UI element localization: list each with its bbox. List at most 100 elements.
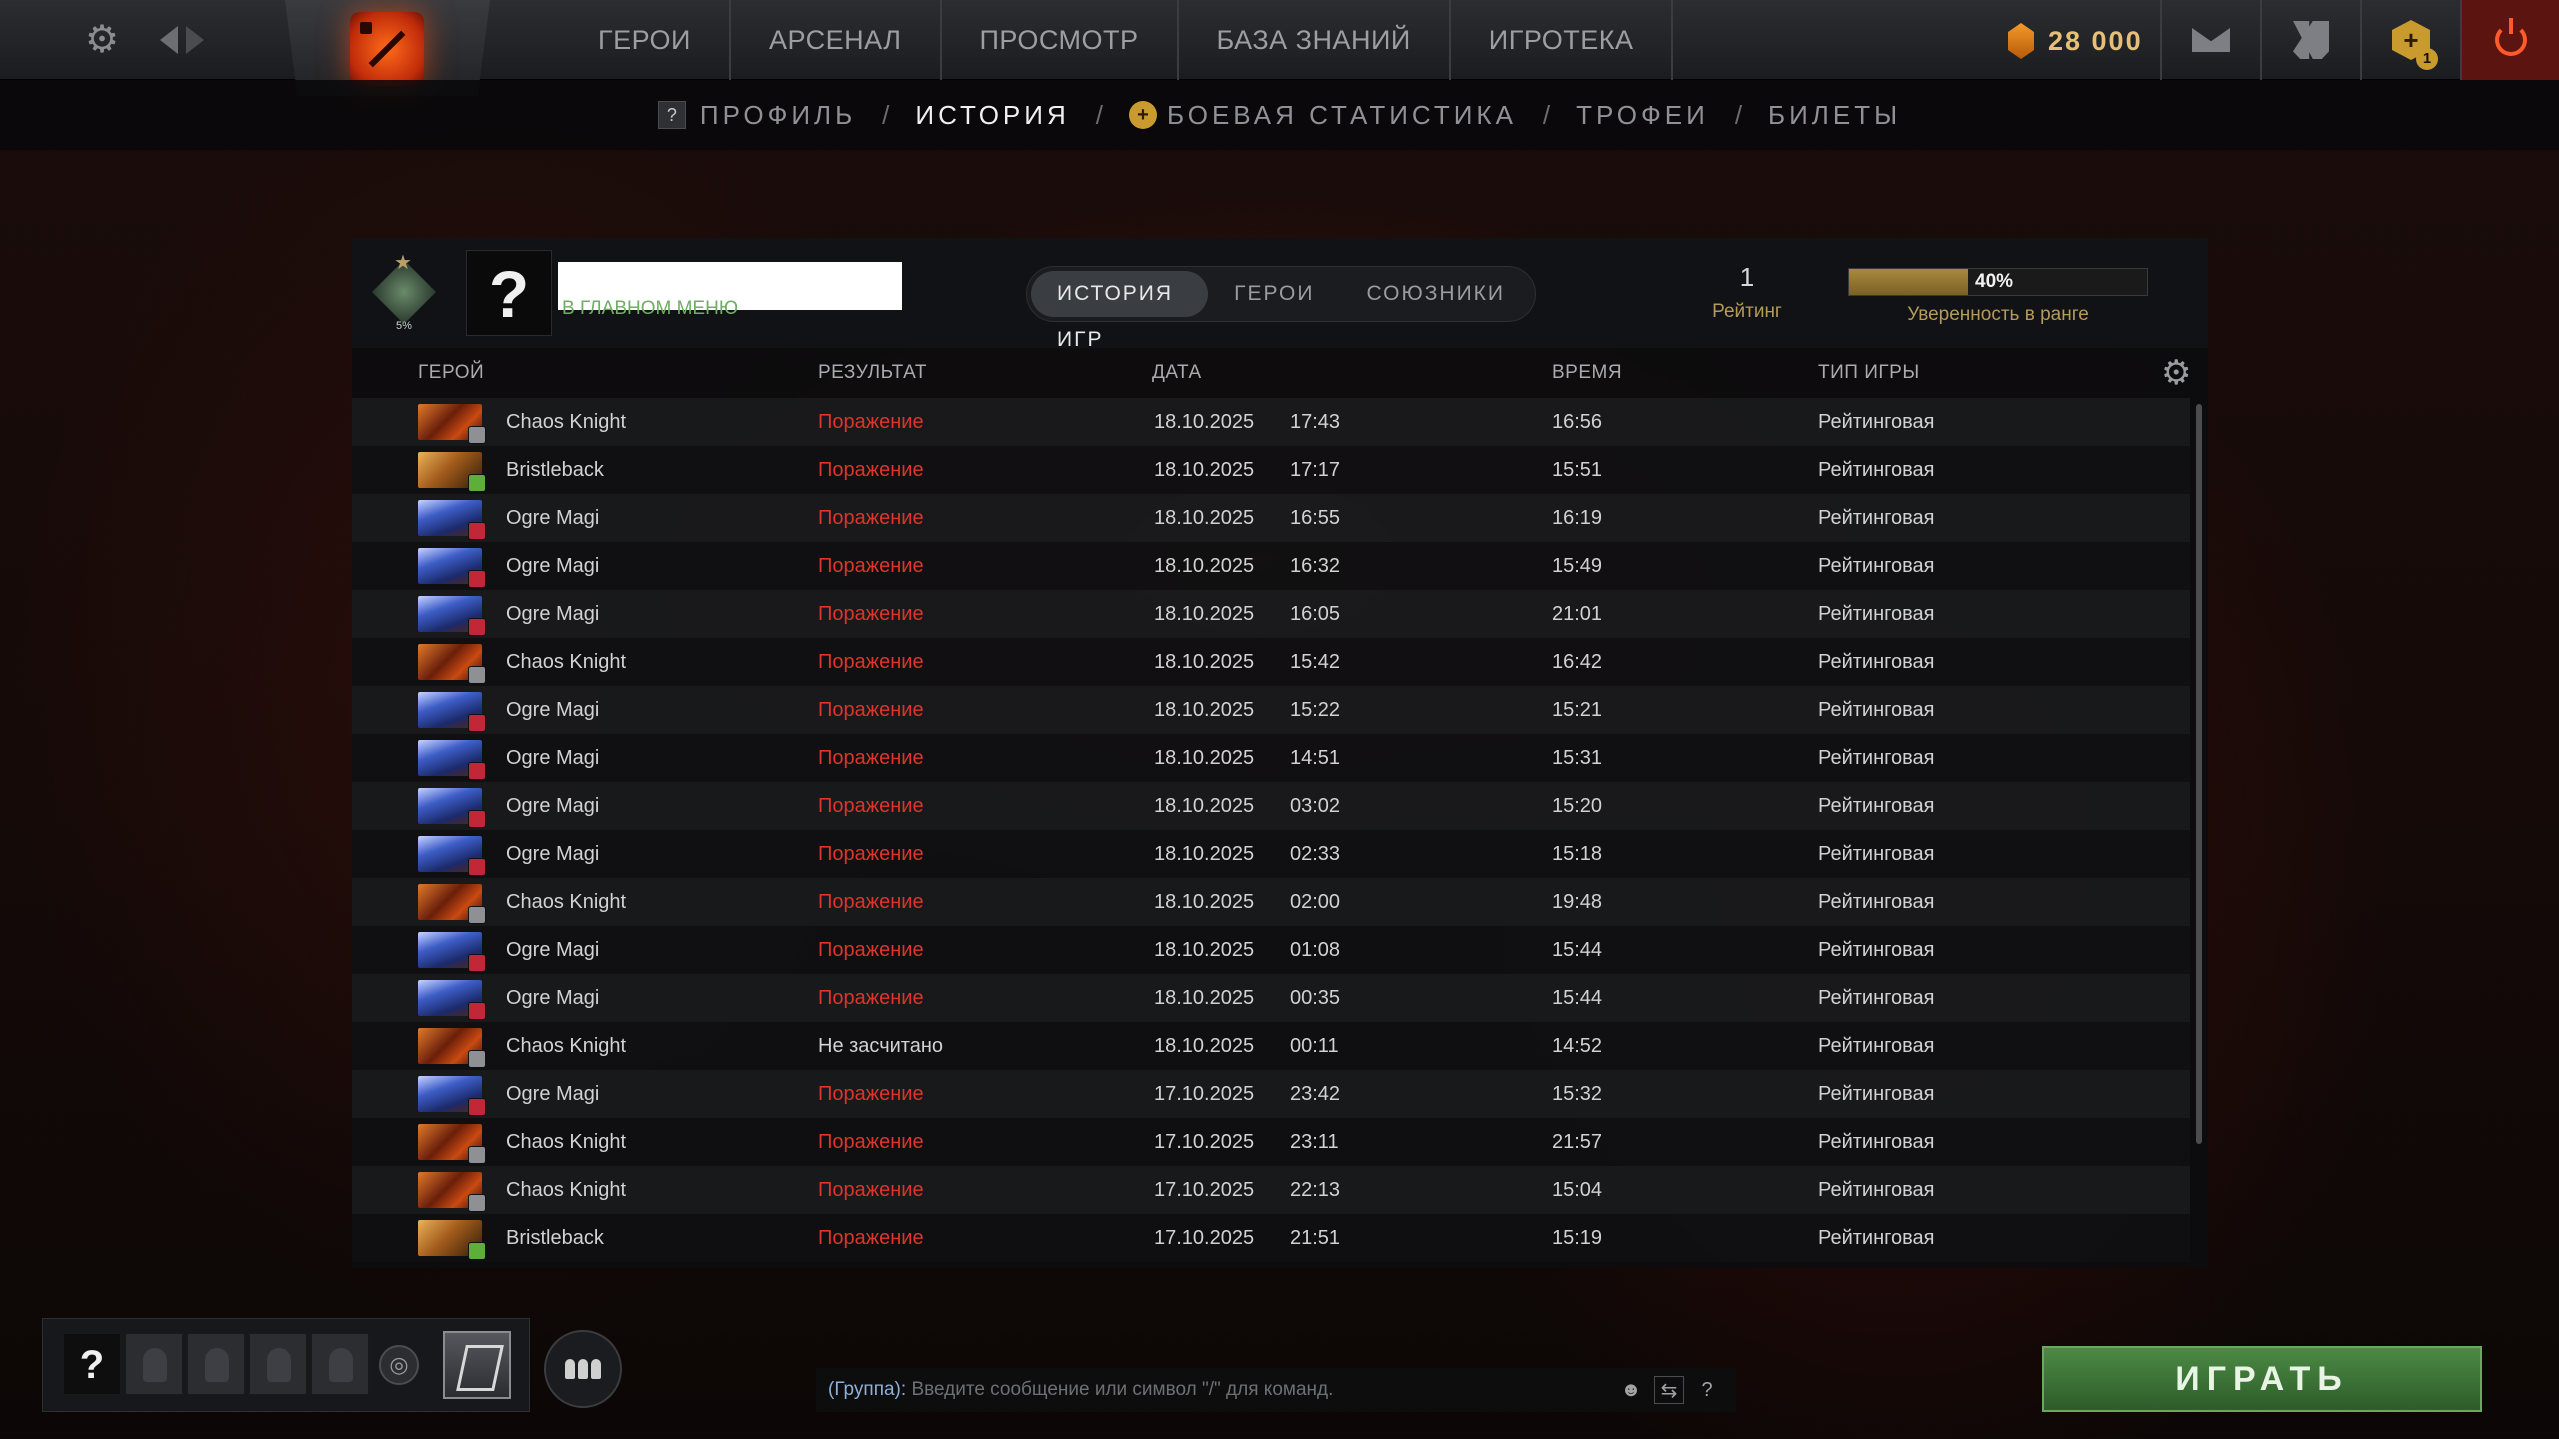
table-row[interactable]: Ogre Magi Поражение 18.10.2025 14:51 15:31 Ре… — [352, 734, 2190, 782]
dota-logo-icon[interactable] — [350, 12, 424, 86]
match-date: 18.10.2025 — [1154, 651, 1255, 673]
game-type: Рейтинговая — [1818, 939, 1935, 961]
table-row[interactable]: Ogre Magi Поражение 18.10.2025 00:35 15:44 Ре… — [352, 974, 2190, 1022]
column-duration[interactable]: ВРЕМЯ — [1552, 362, 1622, 384]
history-tabs: ИСТОРИЯ ИГР ГЕРОИ СОЮЗНИКИ — [1026, 266, 1536, 351]
tab-allies[interactable]: СОЮЗНИКИ — [1340, 271, 1531, 317]
party-slot-empty[interactable] — [249, 1333, 307, 1395]
shards-counter[interactable]: 28 000 — [2008, 20, 2143, 62]
table-row[interactable]: Chaos Knight Поражение 18.10.2025 02:00 19:4… — [352, 878, 2190, 926]
table-row[interactable]: Ogre Magi Поражение 18.10.2025 03:02 15:20 Ре… — [352, 782, 2190, 830]
avatar[interactable]: ? — [466, 250, 552, 336]
table-row[interactable]: Ogre Magi Поражение 18.10.2025 16:05 21:01 Ре… — [352, 590, 2190, 638]
game-type: Рейтинговая — [1818, 795, 1935, 817]
subnav-profile-label: ПРОФИЛЬ — [699, 99, 857, 130]
party-slot-self[interactable]: ? — [63, 1333, 121, 1395]
table-row[interactable]: Ogre Magi Поражение 18.10.2025 16:55 16:19 Ре… — [352, 494, 2190, 542]
group-finder-button[interactable] — [544, 1330, 622, 1408]
power-button[interactable] — [2460, 0, 2559, 80]
chat-input[interactable]: (Группа): Введите сообщение или символ "… — [816, 1368, 1736, 1412]
table-row[interactable]: Chaos Knight Поражение 17.10.2025 22:13 15:0… — [352, 1166, 2190, 1214]
game-type: Рейтинговая — [1818, 699, 1935, 721]
battle-pass-icon[interactable] — [443, 1331, 511, 1399]
hero-name: Bristleback — [506, 459, 604, 481]
table-header: ГЕРОЙ РЕЗУЛЬТАТ ДАТА ВРЕМЯ ТИП ИГРЫ ⚙ — [352, 354, 2208, 394]
table-row[interactable]: Ogre Magi Поражение 18.10.2025 16:32 15:49 Ре… — [352, 542, 2190, 590]
table-row[interactable]: Chaos Knight Не засчитано 18.10.2025 00:11 1… — [352, 1022, 2190, 1070]
play-button[interactable]: ИГРАТЬ — [2042, 1346, 2482, 1412]
game-type: Рейтинговая — [1818, 1083, 1935, 1105]
table-row[interactable]: Bristleback Поражение 17.10.2025 21:51 15:19… — [352, 1214, 2190, 1262]
hero-name: Chaos Knight — [506, 651, 627, 673]
table-row[interactable]: Ogre Magi Поражение 18.10.2025 02:33 15:18 Ре… — [352, 830, 2190, 878]
match-result: Поражение — [818, 651, 924, 673]
match-time: 16:32 — [1290, 555, 1341, 577]
back-arrow-icon[interactable] — [160, 26, 178, 54]
hero-name: Ogre Magi — [506, 699, 600, 721]
role-badge-icon — [468, 666, 486, 684]
armory-button[interactable] — [2260, 0, 2360, 80]
voice-chat-headset-icon[interactable]: ◎ — [379, 1345, 419, 1385]
subnav-battle-stats[interactable]: + БОЕВАЯ СТАТИСТИКА — [1128, 100, 1517, 131]
power-icon — [2495, 18, 2527, 56]
subnav-profile[interactable]: ? ПРОФИЛЬ — [657, 99, 857, 131]
column-hero[interactable]: ГЕРОЙ — [418, 362, 484, 384]
rank-medal[interactable]: ★ 5% — [366, 250, 442, 336]
column-game-type[interactable]: ТИП ИГРЫ — [1818, 362, 1920, 384]
subnav-tickets[interactable]: БИЛЕТЫ — [1768, 100, 1901, 131]
settings-gear-icon[interactable]: ⚙ — [80, 18, 124, 62]
match-duration: 14:52 — [1552, 1035, 1603, 1057]
table-row[interactable]: Ogre Magi Поражение 18.10.2025 01:08 15:44 Ре… — [352, 926, 2190, 974]
rank-confidence: 40% Уверенность в ранге — [1848, 268, 2148, 326]
mail-button[interactable] — [2160, 0, 2260, 80]
match-duration: 19:48 — [1552, 891, 1603, 913]
emoji-icon[interactable]: ☻ — [1616, 1376, 1646, 1404]
party-slot-empty[interactable] — [125, 1333, 183, 1395]
separator: / — [1734, 99, 1743, 130]
table-row[interactable]: Bristleback Поражение 18.10.2025 17:17 15:51… — [352, 446, 2190, 494]
tab-heroes[interactable]: ГЕРОИ — [1208, 271, 1340, 317]
role-badge-icon — [468, 858, 486, 876]
subnav-trophies[interactable]: ТРОФЕИ — [1576, 100, 1709, 131]
nav-watch[interactable]: ПРОСМОТР — [942, 0, 1179, 80]
column-result[interactable]: РЕЗУЛЬТАТ — [818, 362, 927, 384]
separator: / — [1095, 99, 1103, 130]
confidence-bar: 40% — [1848, 268, 2148, 296]
match-duration: 15:51 — [1552, 459, 1603, 481]
match-duration: 16:19 — [1552, 507, 1603, 529]
dota-plus-button[interactable]: + 1 — [2360, 0, 2460, 80]
nav-knowledge-base[interactable]: БАЗА ЗНАНИЙ — [1179, 0, 1451, 80]
subnav-history[interactable]: ИСТОРИЯ — [915, 100, 1069, 131]
column-date[interactable]: ДАТА — [1152, 362, 1202, 384]
match-date: 18.10.2025 — [1154, 987, 1255, 1009]
party-slot-empty[interactable] — [187, 1333, 245, 1395]
table-row[interactable]: Chaos Knight Поражение 18.10.2025 15:42 16:4… — [352, 638, 2190, 686]
hero-name: Ogre Magi — [506, 555, 600, 577]
history-navigation — [160, 20, 220, 60]
match-result: Поражение — [818, 987, 924, 1009]
match-duration: 15:19 — [1552, 1227, 1603, 1249]
game-type: Рейтинговая — [1818, 1179, 1935, 1201]
table-row[interactable]: Chaos Knight Поражение 17.10.2025 23:11 21:5… — [352, 1118, 2190, 1166]
scrollbar[interactable] — [2196, 404, 2202, 1144]
nav-heroes[interactable]: ГЕРОИ — [560, 0, 731, 80]
forward-arrow-icon[interactable] — [186, 26, 204, 54]
match-date: 17.10.2025 — [1154, 1179, 1255, 1201]
match-date: 17.10.2025 — [1154, 1083, 1255, 1105]
table-row[interactable]: Ogre Magi Поражение 17.10.2025 23:42 15:32 Ре… — [352, 1070, 2190, 1118]
match-date: 17.10.2025 — [1154, 1227, 1255, 1249]
table-row[interactable]: Chaos Knight Поражение 18.10.2025 17:43 16:5… — [352, 398, 2190, 446]
nav-arsenal[interactable]: АРСЕНАЛ — [731, 0, 942, 80]
player-status: В ГЛАВНОМ МЕНЮ — [562, 298, 739, 319]
party-slot-empty[interactable] — [311, 1333, 369, 1395]
chat-help-icon[interactable]: ? — [1692, 1376, 1722, 1404]
table-settings-gear-icon[interactable]: ⚙ — [2161, 356, 2192, 390]
match-date: 18.10.2025 — [1154, 891, 1255, 913]
game-type: Рейтинговая — [1818, 507, 1935, 529]
tab-match-history[interactable]: ИСТОРИЯ ИГР — [1031, 271, 1209, 351]
nav-arcade[interactable]: ИГРОТЕКА — [1451, 0, 1674, 80]
table-row[interactable]: Ogre Magi Поражение 18.10.2025 15:22 15:21 Ре… — [352, 686, 2190, 734]
role-badge-icon — [468, 426, 486, 444]
chat-wheel-icon[interactable]: ⇆ — [1654, 1376, 1684, 1404]
dota-plus-icon: + — [1128, 101, 1157, 129]
